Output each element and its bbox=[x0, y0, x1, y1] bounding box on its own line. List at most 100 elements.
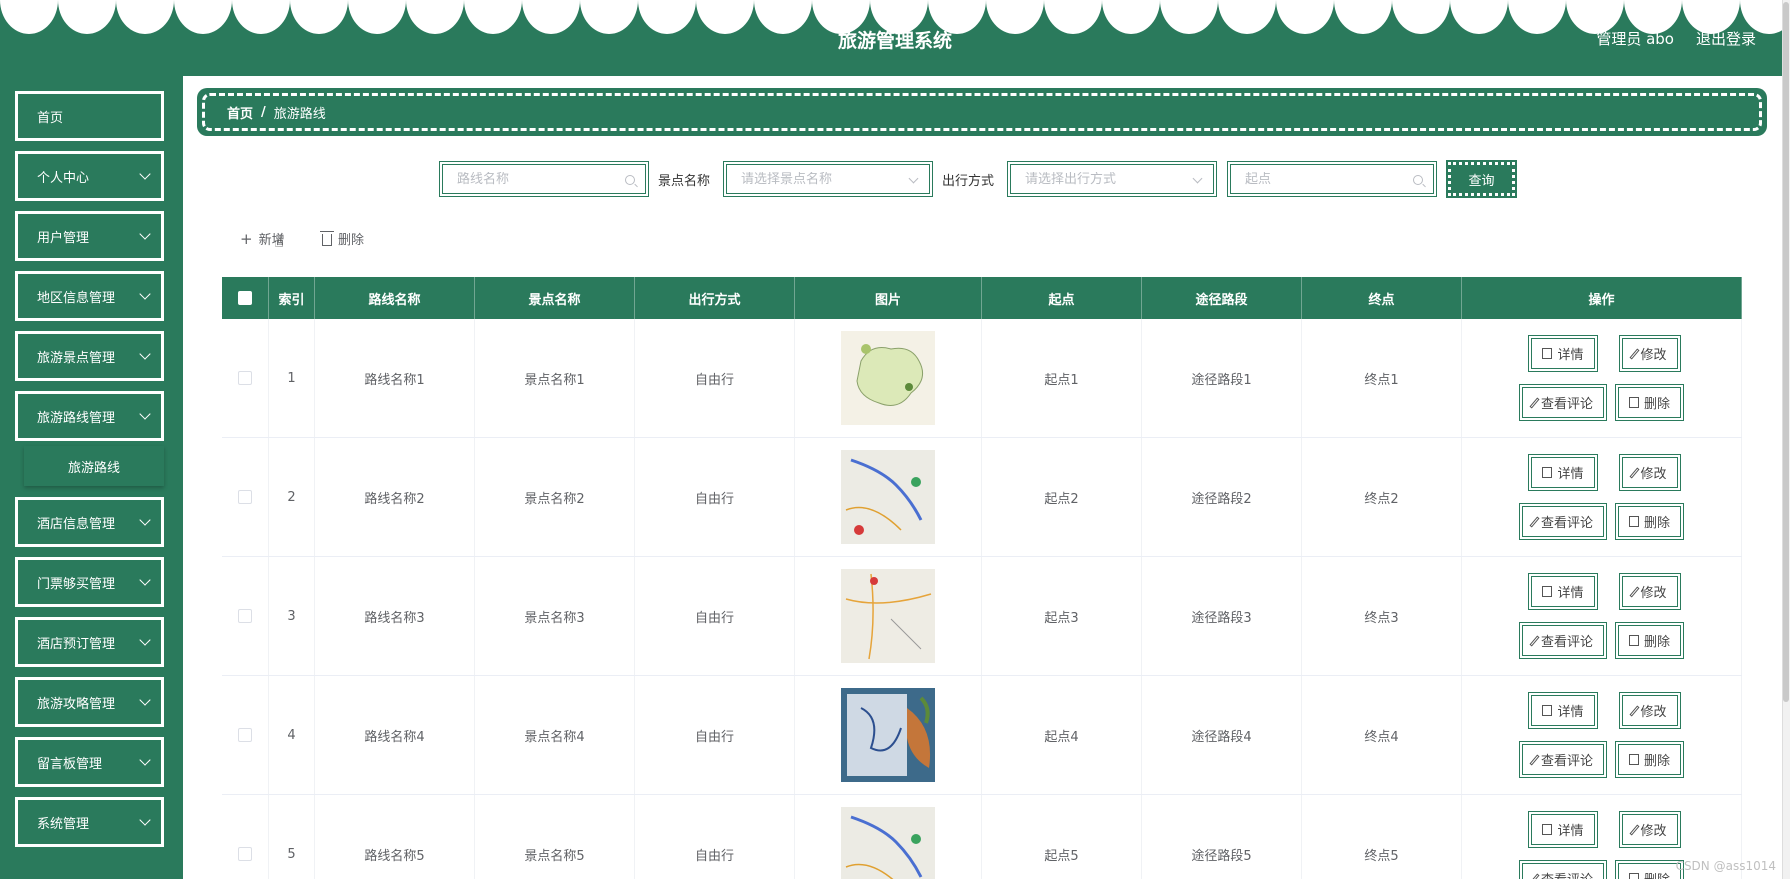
sidebar-subitem-travel-routes[interactable]: 旅游路线 bbox=[24, 446, 164, 486]
scrollbar-thumb[interactable] bbox=[1783, 2, 1789, 702]
edit-button[interactable]: 修改 bbox=[1618, 811, 1681, 848]
table-row[interactable]: 5 路线名称5 景点名称5 自由行 起点5 途径路段5 终点5 详情 修改 查看… bbox=[222, 795, 1742, 879]
table-row[interactable]: 4 路线名称4 景点名称4 自由行 起点4 途径路段4 终点4 详情 修改 查看… bbox=[222, 676, 1742, 795]
edit-button[interactable]: 修改 bbox=[1618, 335, 1681, 372]
breadcrumb: 首页 / 旅游路线 bbox=[197, 88, 1767, 136]
row-select-cell bbox=[222, 795, 269, 879]
view-comments-label: 查看评论 bbox=[1540, 397, 1593, 412]
scenic-select-input[interactable] bbox=[741, 171, 911, 187]
table-row[interactable]: 1 路线名称1 景点名称1 自由行 起点1 途径路段1 终点1 详情 修改 查看… bbox=[222, 319, 1742, 438]
view-comments-label: 查看评论 bbox=[1541, 869, 1593, 879]
travel-mode-select-input[interactable] bbox=[1025, 171, 1195, 187]
routes-table: 索引 路线名称 景点名称 出行方式 图片 起点 途径路段 终点 操作 1 路线名… bbox=[222, 277, 1742, 879]
delete-button[interactable]: 删除 bbox=[1615, 503, 1685, 540]
row-select-cell bbox=[222, 319, 269, 437]
sidebar-item-system-management[interactable]: 系统管理 bbox=[15, 797, 164, 847]
detail-button[interactable]: 详情 bbox=[1528, 692, 1598, 729]
cell-start: 起点2 bbox=[982, 438, 1142, 556]
delete-button-label: 删除 bbox=[1644, 397, 1671, 412]
detail-button-label: 详情 bbox=[1557, 586, 1584, 601]
view-comments-button[interactable]: 查看评论 bbox=[1518, 503, 1607, 540]
pencil-icon bbox=[1529, 396, 1540, 409]
select-all-checkbox[interactable] bbox=[238, 291, 252, 305]
start-point-search[interactable] bbox=[1227, 161, 1437, 197]
query-button[interactable]: 查询 bbox=[1446, 160, 1517, 198]
sidebar-item-label: 留言板管理 bbox=[37, 756, 103, 772]
edit-button-label: 修改 bbox=[1640, 705, 1667, 720]
delete-button[interactable]: 删除 bbox=[1615, 384, 1685, 421]
table-row[interactable]: 3 路线名称3 景点名称3 自由行 起点3 途径路段3 终点3 详情 修改 查看… bbox=[222, 557, 1742, 676]
row-operations: 详情 修改 查看评论 删除 bbox=[1518, 573, 1685, 659]
row-checkbox[interactable] bbox=[238, 847, 252, 861]
delete-button[interactable]: 删除 bbox=[1615, 622, 1685, 659]
route-name-search[interactable] bbox=[439, 161, 649, 197]
travel-mode-label: 出行方式 bbox=[942, 174, 995, 189]
row-checkbox[interactable] bbox=[238, 371, 252, 385]
row-checkbox[interactable] bbox=[238, 728, 252, 742]
route-map-thumbnail[interactable] bbox=[841, 569, 935, 663]
sidebar-item-home[interactable]: 首页 bbox=[15, 91, 164, 141]
sidebar-item-hotel-management[interactable]: 酒店信息管理 bbox=[15, 497, 164, 547]
travel-mode-select[interactable] bbox=[1007, 161, 1217, 197]
sidebar-item-ticket-management[interactable]: 门票够买管理 bbox=[15, 557, 164, 607]
row-operations: 详情 修改 查看评论 删除 bbox=[1518, 454, 1685, 540]
cell-travel-mode: 自由行 bbox=[635, 319, 795, 437]
header-route-name: 路线名称 bbox=[315, 277, 475, 319]
map-image bbox=[841, 569, 935, 663]
sidebar-item-personal-center[interactable]: 个人中心 bbox=[15, 151, 164, 201]
start-point-input[interactable] bbox=[1245, 171, 1415, 187]
sidebar-item-region-management[interactable]: 地区信息管理 bbox=[15, 271, 164, 321]
route-map-thumbnail[interactable] bbox=[841, 688, 935, 782]
cell-via: 途径路段3 bbox=[1142, 557, 1302, 675]
page-scrollbar[interactable] bbox=[1782, 0, 1790, 879]
view-comments-button[interactable]: 查看评论 bbox=[1518, 741, 1607, 778]
edit-button[interactable]: 修改 bbox=[1618, 454, 1681, 491]
sidebar-item-message-board[interactable]: 留言板管理 bbox=[15, 737, 164, 787]
sidebar-item-guide-management[interactable]: 旅游攻略管理 bbox=[15, 677, 164, 727]
delete-button[interactable]: 删除 bbox=[1615, 860, 1685, 879]
row-operations: 详情 修改 查看评论 删除 bbox=[1518, 811, 1685, 879]
detail-button[interactable]: 详情 bbox=[1528, 573, 1598, 610]
breadcrumb-current: 旅游路线 bbox=[273, 106, 326, 122]
edit-button[interactable]: 修改 bbox=[1618, 573, 1681, 610]
sidebar-item-hotel-booking[interactable]: 酒店预订管理 bbox=[15, 617, 164, 667]
detail-button[interactable]: 详情 bbox=[1528, 454, 1598, 491]
batch-delete-label: 删除 bbox=[338, 233, 365, 248]
edit-button-label: 修改 bbox=[1640, 586, 1667, 601]
cell-image bbox=[795, 557, 982, 675]
sidebar-item-label: 系统管理 bbox=[37, 816, 90, 832]
chevron-down-icon bbox=[139, 168, 151, 180]
view-comments-button[interactable]: 查看评论 bbox=[1518, 860, 1607, 879]
detail-button[interactable]: 详情 bbox=[1528, 335, 1598, 372]
chevron-down-icon bbox=[139, 514, 151, 526]
route-map-thumbnail[interactable] bbox=[841, 807, 935, 879]
scenic-select[interactable] bbox=[723, 161, 933, 197]
detail-button-label: 详情 bbox=[1557, 348, 1584, 363]
route-name-input[interactable] bbox=[457, 171, 627, 187]
detail-button-label: 详情 bbox=[1557, 705, 1584, 720]
logout-button[interactable]: 退出登录 bbox=[1696, 28, 1756, 49]
row-checkbox[interactable] bbox=[238, 609, 252, 623]
delete-button[interactable]: 删除 bbox=[1615, 741, 1685, 778]
row-checkbox[interactable] bbox=[238, 490, 252, 504]
header-end: 终点 bbox=[1302, 277, 1462, 319]
batch-delete-button[interactable]: 删除 bbox=[320, 229, 365, 248]
sidebar-item-route-management[interactable]: 旅游路线管理 bbox=[15, 391, 164, 441]
sidebar-item-label: 个人中心 bbox=[37, 170, 90, 186]
chevron-down-icon bbox=[139, 634, 151, 646]
breadcrumb-home[interactable]: 首页 bbox=[227, 103, 253, 122]
sidebar-item-scenic-management[interactable]: 旅游景点管理 bbox=[15, 331, 164, 381]
document-icon bbox=[1542, 705, 1553, 716]
table-row[interactable]: 2 路线名称2 景点名称2 自由行 起点2 途径路段2 终点2 详情 修改 查看… bbox=[222, 438, 1742, 557]
user-name[interactable]: 管理员 abo bbox=[1596, 28, 1674, 49]
cell-scenic-name: 景点名称5 bbox=[475, 795, 635, 879]
edit-button[interactable]: 修改 bbox=[1618, 692, 1681, 729]
route-map-thumbnail[interactable] bbox=[841, 450, 935, 544]
detail-button[interactable]: 详情 bbox=[1528, 811, 1598, 848]
view-comments-button[interactable]: 查看评论 bbox=[1518, 622, 1607, 659]
row-operations: 详情 修改 查看评论 删除 bbox=[1518, 335, 1685, 421]
cell-start: 起点1 bbox=[982, 319, 1142, 437]
sidebar-item-user-management[interactable]: 用户管理 bbox=[15, 211, 164, 261]
route-map-thumbnail[interactable] bbox=[841, 331, 935, 425]
view-comments-button[interactable]: 查看评论 bbox=[1518, 384, 1607, 421]
